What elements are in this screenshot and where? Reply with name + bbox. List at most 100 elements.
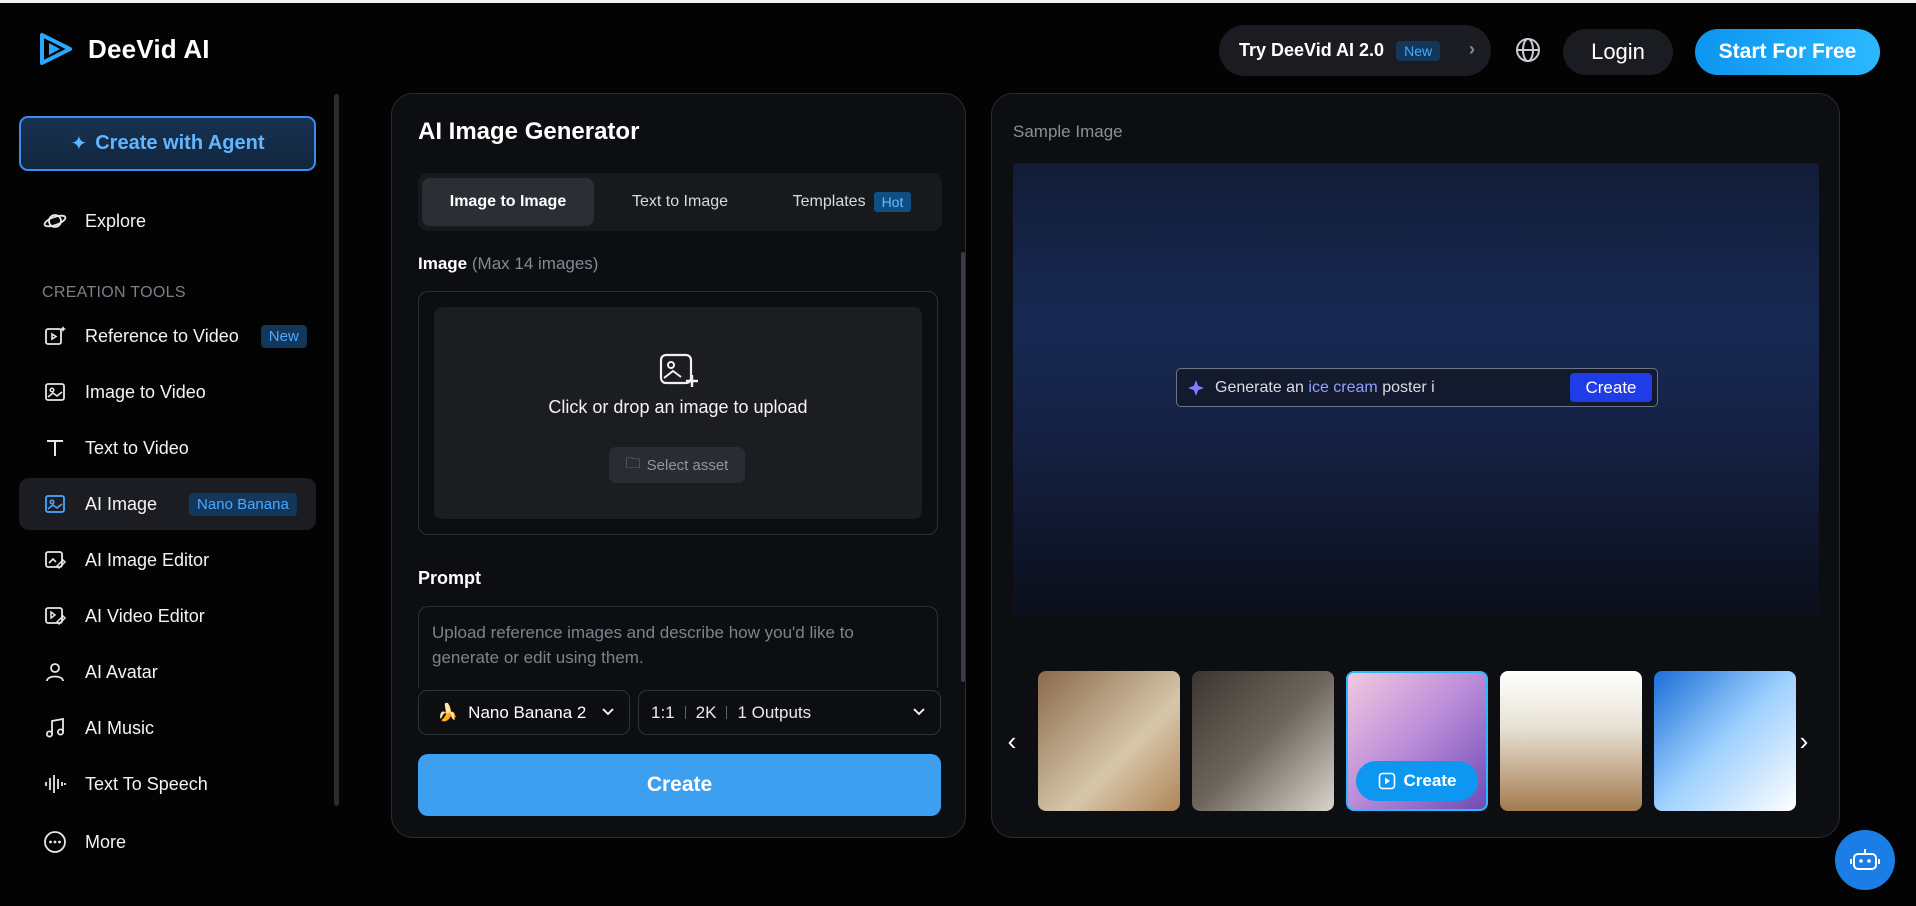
chat-robot-button[interactable] [1835, 830, 1895, 890]
divider [726, 706, 728, 719]
sidebar-item-label: AI Video Editor [85, 605, 205, 626]
agent-button-label: Create with Agent [95, 132, 265, 154]
banana-icon: 🍌 [437, 702, 459, 722]
sidebar-item-label: AI Avatar [85, 661, 158, 682]
output-settings-select[interactable]: 1:1 2K 1 Outputs [638, 690, 941, 735]
sidebar-item-label: AI Image [85, 493, 158, 514]
music-note-icon [46, 717, 64, 738]
sample-prompt-bar: Generate an ice cream poster i Create [1176, 368, 1658, 407]
sample-image-label: Sample Image [1013, 122, 1123, 141]
aspect-ratio-value: 1:1 [651, 702, 675, 722]
thumbnail-create-button[interactable]: Create [1356, 761, 1478, 801]
new-badge: New [1396, 40, 1441, 61]
model-value: Nano Banana 2 [468, 702, 587, 722]
deevid-logo-icon [40, 33, 72, 65]
carousel-prev-arrow-icon[interactable]: ‹ [1000, 726, 1024, 756]
sidebar-item-label: Reference to Video [85, 325, 239, 346]
brand-logo[interactable]: DeeVid AI [38, 31, 210, 67]
sparkle-diamond-icon [1188, 379, 1204, 396]
thumbnail-create-label: Create [1403, 771, 1457, 790]
tab-label: Templates [792, 193, 866, 210]
sample-thumbnail[interactable] [1192, 671, 1334, 811]
image-hint: (Max 14 images) [471, 254, 599, 273]
mode-tabs: Image to Image Text to Image Templates H… [418, 173, 942, 231]
top-bar: DeeVid AI Try DeeVid AI 2.0 New › Login … [0, 0, 1916, 96]
sidebar-item-text-to-video[interactable]: Text to Video [19, 422, 316, 474]
folder-icon: 🗀 [625, 454, 641, 472]
sidebar-item-label: Text to Video [85, 437, 189, 458]
sidebar-item-ai-image[interactable]: AI Image Nano Banana [19, 478, 316, 530]
hot-badge: Hot [873, 192, 912, 212]
image-icon [45, 383, 65, 401]
prompt-textarea[interactable]: Upload reference images and describe how… [418, 606, 938, 688]
login-button[interactable]: Login [1563, 29, 1673, 75]
tab-text-to-image[interactable]: Text to Image [594, 178, 766, 226]
select-asset-label: Select asset [646, 456, 729, 474]
sidebar-item-text-to-speech[interactable]: Text To Speech [19, 758, 316, 810]
prompt-prefix: Generate an [1215, 378, 1309, 396]
nano-banana-badge: Nano Banana [189, 492, 297, 516]
sidebar-item-label: Text To Speech [85, 773, 208, 794]
sidebar-item-label: Image to Video [85, 381, 206, 402]
sidebar-item-reference-to-video[interactable]: Reference to Video New [19, 310, 316, 362]
sidebar-item-ai-avatar[interactable]: AI Avatar [19, 646, 316, 698]
try-label: Try DeeVid AI 2.0 [1239, 40, 1385, 60]
panel-scrollbar[interactable] [961, 252, 965, 682]
sidebar-item-more[interactable]: More [19, 816, 316, 868]
sample-thumbnail-selected[interactable]: Create [1346, 671, 1488, 811]
sidebar-scrollbar[interactable] [334, 94, 339, 806]
brand-name: DeeVid AI [88, 33, 210, 64]
sidebar-item-image-to-video[interactable]: Image to Video [19, 366, 316, 418]
carousel-next-arrow-icon[interactable]: › [1792, 726, 1816, 756]
create-button[interactable]: Create [418, 754, 941, 816]
image-label: Image [418, 254, 468, 273]
robot-icon [1850, 849, 1880, 870]
start-for-free-button[interactable]: Start For Free [1695, 29, 1880, 75]
globe-icon[interactable] [1514, 36, 1542, 64]
tab-templates[interactable]: Templates Hot [766, 178, 938, 226]
create-with-agent-button[interactable]: ✦ Create with Agent [19, 116, 316, 171]
generator-panel: AI Image Generator Image to Image Text t… [391, 93, 966, 838]
sample-thumbnail[interactable] [1500, 671, 1642, 811]
upload-instruction: Click or drop an image to upload [548, 397, 808, 417]
play-box-icon [1378, 772, 1395, 790]
prompt-label: Prompt [418, 568, 481, 588]
sidebar-item-ai-music[interactable]: AI Music [19, 702, 316, 754]
sidebar-item-label: Explore [85, 210, 147, 231]
sample-prompt-text: Generate an ice cream poster i [1215, 379, 1435, 397]
sidebar-item-label: AI Music [85, 717, 155, 738]
model-select[interactable]: 🍌 Nano Banana 2 [418, 690, 630, 735]
try-deevid-2-button[interactable]: Try DeeVid AI 2.0 New › [1219, 25, 1491, 76]
image-edit-icon [45, 551, 67, 570]
select-asset-button[interactable]: 🗀 Select asset [609, 447, 745, 483]
image-upload-dropzone[interactable]: Click or drop an image to upload 🗀 Selec… [418, 291, 938, 535]
image-field-label: Image (Max 14 images) [418, 254, 598, 274]
new-badge: New [260, 324, 307, 348]
sparkle-icon: ✦ [70, 133, 88, 155]
video-edit-icon [45, 607, 67, 626]
tab-image-to-image[interactable]: Image to Image [422, 178, 594, 226]
video-sparkle-icon [45, 326, 66, 345]
sidebar-item-ai-video-editor[interactable]: AI Video Editor [19, 590, 316, 642]
sample-thumbnail[interactable] [1654, 671, 1796, 811]
sample-thumbnail[interactable] [1038, 671, 1180, 811]
planet-icon [43, 214, 67, 228]
image-upload-icon [659, 353, 698, 387]
waveform-icon [45, 775, 66, 793]
ai-image-icon [45, 495, 65, 513]
upload-area[interactable]: Click or drop an image to upload 🗀 Selec… [434, 307, 922, 519]
page-title: AI Image Generator [418, 118, 640, 145]
user-icon [46, 663, 64, 682]
sample-panel: Sample Image Generate an ice cream poste… [991, 93, 1840, 838]
sidebar-item-label: More [85, 831, 127, 852]
more-dots-icon [44, 831, 66, 853]
divider [684, 706, 686, 719]
chevron-down-icon [602, 708, 614, 716]
sidebar-item-label: AI Image Editor [85, 549, 210, 570]
sidebar-item-explore[interactable]: Explore [19, 195, 316, 247]
outputs-value: 1 Outputs [737, 702, 812, 722]
sidebar-item-ai-image-editor[interactable]: AI Image Editor [19, 534, 316, 586]
resolution-value: 2K [695, 702, 717, 722]
sample-create-button[interactable]: Create [1570, 373, 1652, 402]
chevron-right-icon: › [1469, 39, 1475, 59]
